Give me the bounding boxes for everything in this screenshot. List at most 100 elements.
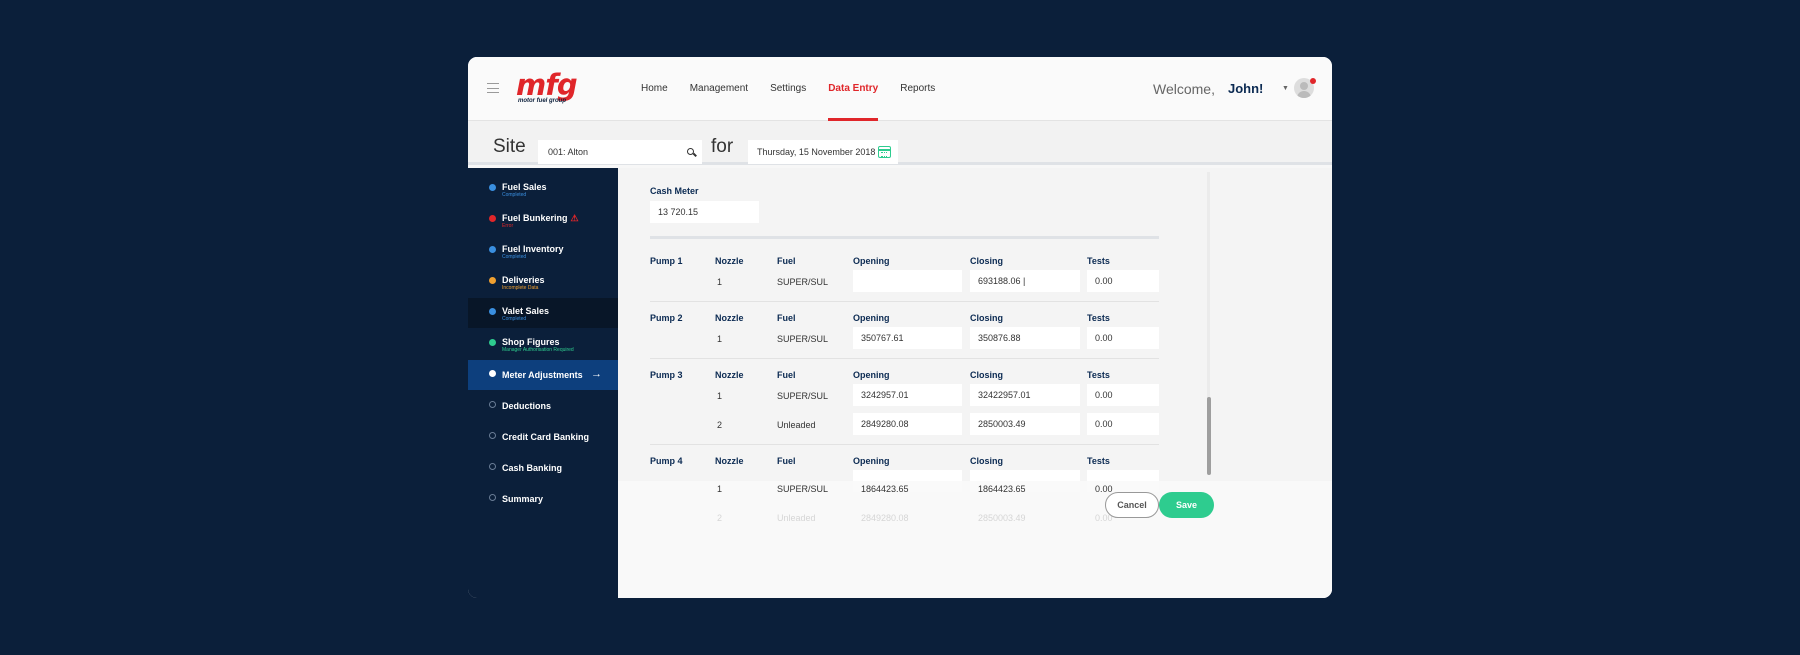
tests-input[interactable]: 0.00 xyxy=(1087,384,1159,406)
status-dot-icon xyxy=(489,246,496,253)
arrow-right-icon: → xyxy=(591,368,602,380)
opening-input[interactable]: 2849280.08 xyxy=(853,413,962,435)
status-dot-icon xyxy=(489,370,496,377)
date-picker-input[interactable]: Thursday, 15 November 2018 xyxy=(748,140,898,164)
calendar-icon[interactable] xyxy=(878,146,891,158)
tests-input[interactable]: 0.00 xyxy=(1087,327,1159,349)
status-dot-icon xyxy=(489,463,496,470)
main-nav: Home Management Settings Data Entry Repo… xyxy=(641,57,957,121)
logo-subtext: motor fuel group xyxy=(518,98,566,104)
fuel-value: Unleaded xyxy=(777,513,816,523)
opening-input[interactable]: 350767.61 xyxy=(853,327,962,349)
cash-meter-label: Cash Meter xyxy=(650,186,699,196)
nav-settings[interactable]: Settings xyxy=(770,57,806,121)
sidebar-item-status: Manager Authorisation Required xyxy=(502,347,574,353)
sidebar-item-status: Error xyxy=(502,223,514,229)
sidebar: Fuel Sales Completed Fuel Bunkering ⚠ Err… xyxy=(468,168,618,598)
sidebar-item-label: Summary xyxy=(502,494,544,504)
hamburger-menu-icon[interactable] xyxy=(487,83,499,93)
sidebar-item-status: Completed xyxy=(502,316,527,322)
pump-label: Pump 1 xyxy=(650,256,683,266)
date-value: Thursday, 15 November 2018 xyxy=(757,147,876,157)
status-dot-icon xyxy=(489,494,496,501)
nav-home[interactable]: Home xyxy=(641,57,668,121)
site-label: Site xyxy=(493,136,526,157)
cash-meter-input[interactable]: 13 720.15 xyxy=(650,201,759,223)
sidebar-item-label: Valet Sales xyxy=(502,306,550,316)
main-content: Cash Meter 13 720.15 Pump 1 Nozzle Fuel … xyxy=(618,168,1332,598)
scrollbar-thumb[interactable] xyxy=(1207,397,1211,475)
sidebar-item-summary[interactable]: Summary xyxy=(468,484,618,514)
sidebar-item-deliveries[interactable]: Deliveries Incomplete Data xyxy=(468,267,618,297)
user-name: John! xyxy=(1228,81,1264,96)
nozzle-header: Nozzle xyxy=(715,313,744,323)
search-icon[interactable] xyxy=(687,148,694,155)
warning-icon: ⚠ xyxy=(570,213,579,223)
fuel-header: Fuel xyxy=(777,370,796,380)
nav-management[interactable]: Management xyxy=(690,57,748,121)
closing-input[interactable]: 2850003.49 xyxy=(970,413,1080,435)
cancel-button[interactable]: Cancel xyxy=(1105,492,1159,518)
user-menu-chevron-down-icon[interactable]: ▼ xyxy=(1282,85,1289,92)
opening-value: 1864423.65 xyxy=(861,484,909,494)
closing-header: Closing xyxy=(970,370,1003,380)
opening-header: Opening xyxy=(853,313,890,323)
tests-input[interactable]: 0.00 xyxy=(1087,413,1159,435)
sidebar-item-fuel-bunkering[interactable]: Fuel Bunkering ⚠ Error xyxy=(468,205,618,235)
site-search-input[interactable]: 001: Alton xyxy=(538,140,702,164)
site-value: 001: Alton xyxy=(548,147,589,157)
status-dot-icon xyxy=(489,215,496,222)
sidebar-item-label: Meter Adjustments xyxy=(502,370,583,380)
sidebar-item-label: Fuel Sales xyxy=(502,182,547,192)
nozzle-value: 2 xyxy=(717,420,723,430)
fuel-value: SUPER/SUL xyxy=(777,391,829,401)
divider xyxy=(650,444,1159,445)
opening-value: 2849280.08 xyxy=(861,513,909,523)
nozzle-value: 2 xyxy=(717,513,723,523)
tests-header: Tests xyxy=(1087,370,1110,380)
fuel-header: Fuel xyxy=(777,313,796,323)
sidebar-item-credit-card-banking[interactable]: Credit Card Banking xyxy=(468,422,618,452)
sidebar-item-fuel-sales[interactable]: Fuel Sales Completed xyxy=(468,174,618,204)
sidebar-item-cash-banking[interactable]: Cash Banking xyxy=(468,453,618,483)
closing-input[interactable]: 32422957.01 xyxy=(970,384,1080,406)
sidebar-item-valet-sales[interactable]: Valet Sales Completed xyxy=(468,298,618,328)
fuel-header: Fuel xyxy=(777,256,796,266)
fuel-value: Unleaded xyxy=(777,420,816,430)
sidebar-item-fuel-inventory[interactable]: Fuel Inventory Completed xyxy=(468,236,618,266)
sidebar-item-deductions[interactable]: Deductions xyxy=(468,391,618,421)
for-label: for xyxy=(711,136,734,157)
sidebar-item-label: Deductions xyxy=(502,401,552,411)
pump-label: Pump 2 xyxy=(650,313,683,323)
tests-header: Tests xyxy=(1087,456,1110,466)
opening-header: Opening xyxy=(853,256,890,266)
sidebar-item-meter-adjustments[interactable]: Meter Adjustments → xyxy=(468,360,618,390)
opening-input[interactable]: 3242957.01 xyxy=(853,384,962,406)
status-dot-icon xyxy=(489,308,496,315)
tests-value: 0.00 xyxy=(1095,484,1113,494)
opening-input[interactable] xyxy=(853,270,962,292)
nozzle-value: 1 xyxy=(717,277,723,287)
nozzle-value: 1 xyxy=(717,484,723,494)
nozzle-value: 1 xyxy=(717,391,723,401)
opening-header: Opening xyxy=(853,456,890,466)
nav-data-entry[interactable]: Data Entry xyxy=(828,57,879,121)
sidebar-item-shop-figures[interactable]: Shop Figures Manager Authorisation Requi… xyxy=(468,329,618,359)
closing-header: Closing xyxy=(970,256,1003,266)
sidebar-item-label: Fuel Inventory xyxy=(502,244,564,254)
logo-text: mfg xyxy=(516,68,578,102)
tests-input[interactable]: 0.00 xyxy=(1087,270,1159,292)
mfg-logo[interactable]: mfg motor fuel group xyxy=(516,68,598,107)
nav-reports[interactable]: Reports xyxy=(900,57,935,121)
nozzle-value: 1 xyxy=(717,334,723,344)
divider xyxy=(650,236,1159,239)
nozzle-header: Nozzle xyxy=(715,256,744,266)
top-bar: mfg motor fuel group Home Management Set… xyxy=(468,57,1332,121)
closing-header: Closing xyxy=(970,456,1003,466)
closing-input[interactable]: 693188.06 | xyxy=(970,270,1080,292)
app-window: mfg motor fuel group Home Management Set… xyxy=(467,56,1333,599)
closing-input[interactable]: 350876.88 xyxy=(970,327,1080,349)
save-button[interactable]: Save xyxy=(1159,492,1214,518)
closing-value: 1864423.65 xyxy=(978,484,1026,494)
sidebar-item-status: Completed xyxy=(502,192,527,198)
